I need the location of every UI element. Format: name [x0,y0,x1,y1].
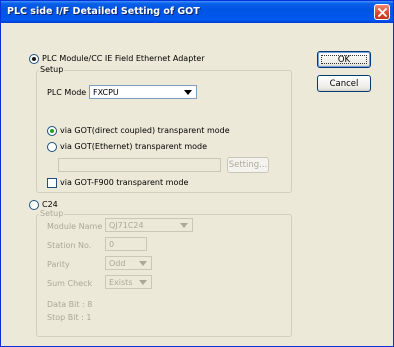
plc-mode-select[interactable]: FXCPU [89,85,197,99]
chevron-down-icon[interactable] [177,220,191,230]
station-value: 0 [109,240,115,249]
ethernet-radio[interactable] [29,54,39,64]
parity-select[interactable]: Odd [105,256,152,270]
title-bar[interactable]: PLC side I/F Detailed Setting of GOT [1,1,393,23]
ethernet-mode-radio[interactable] [47,142,57,152]
sum-check-select[interactable]: Exists [105,275,152,289]
ethernet-mode-label[interactable]: via GOT(Ethernet) transparent mode [60,142,207,151]
focus-rect [321,55,367,64]
parity-value: Odd [109,259,126,268]
station-label: Station No. [47,241,92,250]
module-name-select[interactable]: QJ71C24 [105,218,193,232]
chevron-down-icon[interactable] [136,277,150,287]
close-button[interactable] [374,4,390,20]
module-name-value: QJ71C24 [109,221,144,230]
module-name-label: Module Name [47,222,103,231]
plc-mode-label: PLC Mode [47,88,87,97]
c24-radio-label[interactable]: C24 [42,200,58,209]
direct-mode-radio[interactable] [47,126,57,136]
c24-radio[interactable] [29,200,39,210]
cancel-button[interactable]: Cancel [317,75,371,92]
close-icon [377,7,387,17]
setting-label: Setting... [228,160,268,170]
ip-address-field[interactable] [58,158,221,172]
setting-button[interactable]: Setting... [227,157,269,173]
window-title: PLC side I/F Detailed Setting of GOT [7,6,200,17]
ethernet-radio-label[interactable]: PLC Module/CC IE Field Ethernet Adapter [42,54,205,63]
sum-check-value: Exists [109,278,133,287]
c24-setup-label: Setup [39,209,65,218]
parity-label: Parity [47,260,70,269]
data-bit-text: Data Bit : 8 [47,300,93,309]
chevron-down-icon[interactable] [136,258,150,268]
sum-check-label: Sum Check [47,279,93,288]
cancel-label: Cancel [329,78,359,89]
plc-mode-value: FXCPU [93,88,119,97]
chevron-down-icon[interactable] [181,87,195,97]
f900-label[interactable]: via GOT-F900 transparent mode [60,178,188,187]
direct-mode-label[interactable]: via GOT(direct coupled) transparent mode [60,126,230,135]
stop-bit-text: Stop Bit : 1 [47,313,92,322]
ok-button[interactable]: OK [317,51,371,68]
station-field[interactable]: 0 [105,237,147,251]
f900-checkbox[interactable] [47,178,57,188]
dialog-window: PLC side I/F Detailed Setting of GOT OK … [0,0,394,347]
ethernet-setup-label: Setup [39,65,65,74]
